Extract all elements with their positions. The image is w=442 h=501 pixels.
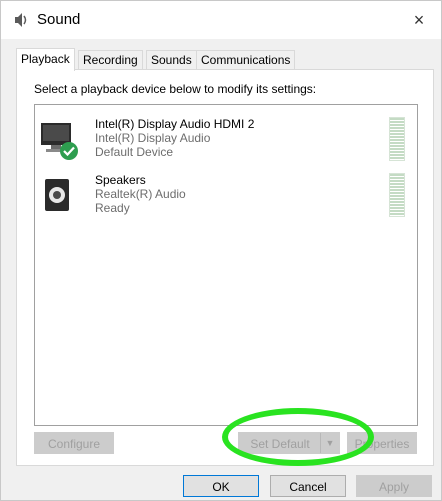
speaker-icon (45, 179, 69, 211)
apply-button[interactable]: Apply (356, 475, 432, 497)
device-status: Ready (95, 201, 130, 215)
set-default-label: Set Default (250, 437, 310, 451)
device-item-speakers[interactable]: Speakers Realtek(R) Audio Ready (35, 169, 415, 221)
window-title: Sound (37, 11, 81, 28)
title-bar: Sound × (1, 1, 441, 39)
speaker-title-icon (15, 13, 27, 27)
playback-panel: Select a playback device below to modify… (16, 69, 434, 466)
tab-communications[interactable]: Communications (196, 50, 296, 70)
volume-meter (389, 117, 405, 161)
tab-sounds[interactable]: Sounds (146, 50, 197, 70)
volume-meter (389, 173, 405, 217)
monitor-icon (41, 123, 78, 160)
set-default-button[interactable]: Set Default ▼ (238, 432, 340, 454)
device-list[interactable]: Intel(R) Display Audio HDMI 2 Intel(R) D… (34, 104, 418, 426)
properties-button[interactable]: Properties (347, 432, 417, 454)
device-item-hdmi[interactable]: Intel(R) Display Audio HDMI 2 Intel(R) D… (35, 113, 415, 165)
close-button[interactable]: × (397, 1, 441, 39)
device-driver: Intel(R) Display Audio (95, 131, 211, 145)
configure-label: Configure (47, 437, 101, 451)
ok-button[interactable]: OK (183, 475, 259, 497)
tab-playback[interactable]: Playback (16, 48, 75, 71)
configure-button[interactable]: Configure (34, 432, 114, 454)
chevron-down-icon[interactable]: ▼ (320, 433, 339, 453)
device-status: Default Device (95, 145, 174, 159)
properties-label: Properties (354, 437, 410, 451)
cancel-button[interactable]: Cancel (270, 475, 346, 497)
tab-recording[interactable]: Recording (78, 50, 143, 70)
device-driver: Realtek(R) Audio (95, 187, 186, 201)
device-name: Intel(R) Display Audio HDMI 2 (95, 117, 255, 131)
instructions-text: Select a playback device below to modify… (34, 82, 317, 96)
sound-dialog: Sound × Playback Recording Sounds Commun… (0, 0, 442, 501)
device-name: Speakers (95, 173, 146, 187)
